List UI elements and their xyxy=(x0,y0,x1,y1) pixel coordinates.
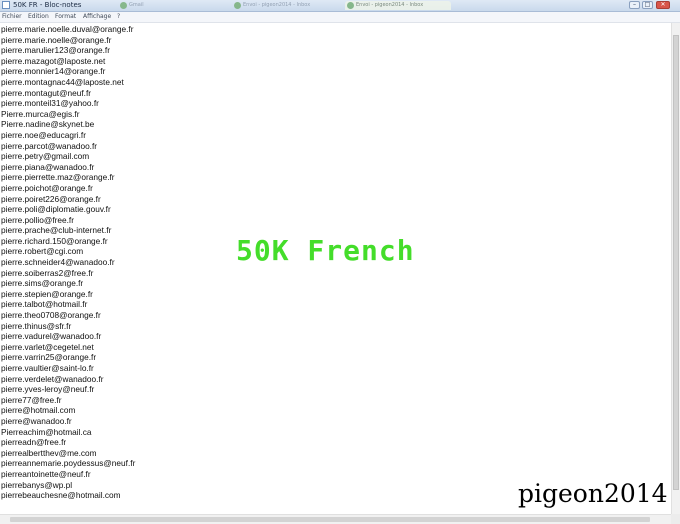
text-line: pierre.pollio@free.fr xyxy=(1,214,74,225)
tab-icon xyxy=(347,2,354,9)
vertical-scroll-thumb[interactable] xyxy=(673,35,679,490)
minimize-button[interactable]: – xyxy=(629,1,640,9)
text-line: Pierre.murca@egis.fr xyxy=(1,108,80,119)
text-line: pierreantoinette@neuf.fr xyxy=(1,468,91,479)
text-line: pierreadn@free.fr xyxy=(1,437,67,448)
background-tab[interactable]: Envoi - pigeon2014 - Inbox xyxy=(232,1,335,10)
overlay-signature: pigeon2014 xyxy=(518,479,668,508)
maximize-button[interactable]: □ xyxy=(642,1,653,9)
text-line: pierre.prache@club-internet.fr xyxy=(1,225,112,236)
text-line: pierre.schneider4@wanadoo.fr xyxy=(1,257,115,268)
text-line: pierrebanys@wp.pl xyxy=(1,479,73,490)
text-line: pierre.petry@gmail.com xyxy=(1,151,90,162)
text-line: pierre.varlet@cegetel.net xyxy=(1,341,94,352)
text-line: pierre@wanadoo.fr xyxy=(1,415,72,426)
window-title: 50K FR - Bloc-notes xyxy=(13,1,82,9)
menu-affichage[interactable]: Affichage xyxy=(83,12,111,22)
text-line: pierre.montagut@neuf.fr xyxy=(1,87,92,98)
menu-fichier[interactable]: Fichier xyxy=(2,12,22,22)
tab-icon xyxy=(234,2,241,9)
text-line: pierre.parcot@wanadoo.fr xyxy=(1,140,98,151)
text-line: pierre.marulier123@orange.fr xyxy=(1,45,110,56)
text-line: pierrebeauchesne@hotmail.com xyxy=(1,490,121,501)
text-line: pierre.monteil31@yahoo.fr xyxy=(1,98,99,109)
text-line: pierre.theo0708@orange.fr xyxy=(1,310,101,321)
text-line: pierre.vaultier@saint-lo.fr xyxy=(1,363,94,373)
menu-bar: Fichier Edition Format Affichage ? xyxy=(0,12,680,23)
close-button[interactable]: ✕ xyxy=(656,1,670,9)
text-line: pierre.talbot@hotmail.fr xyxy=(1,299,88,310)
menu-help[interactable]: ? xyxy=(117,12,120,22)
overlay-headline: 50K French xyxy=(236,234,415,267)
horizontal-scroll-thumb[interactable] xyxy=(10,517,650,522)
vertical-scrollbar[interactable] xyxy=(671,23,680,514)
text-line: pierre.noe@educagri.fr xyxy=(1,129,86,140)
text-line: pierre.montagnac44@laposte.net xyxy=(1,76,124,87)
text-line: pierre.yves-leroy@neuf.fr xyxy=(1,384,95,395)
text-line: pierre.robert@cgi.com xyxy=(1,246,84,257)
text-editor-area[interactable]: pierre.marie.noelle.duval@orange.fr pierr… xyxy=(0,23,671,514)
menu-edition[interactable]: Edition xyxy=(28,12,49,22)
text-line: pierre.monnier14@orange.fr xyxy=(1,66,106,77)
menu-format[interactable]: Format xyxy=(55,12,76,22)
title-bar: 50K FR - Bloc-notes Gmail Envoi - pigeon… xyxy=(0,0,680,12)
text-line: pierre.thinus@sfr.fr xyxy=(1,320,72,331)
text-line: pierre.stepien@orange.fr xyxy=(1,288,93,299)
background-tab[interactable]: Gmail xyxy=(118,1,144,10)
text-line: pierre77@free.fr xyxy=(1,394,62,405)
horizontal-scrollbar[interactable] xyxy=(0,514,671,524)
text-line: pierre.marie.noelle@orange.fr xyxy=(1,34,112,45)
text-line: pierre.marie.noelle.duval@orange.fr xyxy=(1,24,134,34)
text-line: pierre.pierrette.maz@orange.fr xyxy=(1,172,115,183)
background-tab-label: Envoi - pigeon2014 - Inbox xyxy=(356,2,424,8)
text-line: Pierreachim@hotmail.ca xyxy=(1,426,92,437)
background-tab-label: Envoi - pigeon2014 - Inbox xyxy=(243,2,311,8)
text-line: pierre@hotmail.com xyxy=(1,405,76,416)
text-line: pierre.mazagot@laposte.net xyxy=(1,55,106,66)
text-line: pierre.poiret226@orange.fr xyxy=(1,193,101,204)
text-line: pierre.richard.150@orange.fr xyxy=(1,235,108,246)
background-tab-label: Gmail xyxy=(129,2,144,8)
tab-icon xyxy=(120,2,127,9)
text-line: Pierre.nadine@skynet.be xyxy=(1,119,95,130)
text-line: pierrealbertthev@me.com xyxy=(1,447,97,458)
notepad-icon xyxy=(2,1,10,9)
text-line: pierre.sims@orange.fr xyxy=(1,278,84,289)
text-line: pierre.soiberras2@free.fr xyxy=(1,267,94,278)
text-line: pierreannemarie.poydessus@neuf.fr xyxy=(1,458,136,469)
background-tab[interactable]: Envoi - pigeon2014 - Inbox xyxy=(345,1,451,10)
text-line: pierre.piana@wanadoo.fr xyxy=(1,161,95,172)
text-line: pierre.varrin25@orange.fr xyxy=(1,352,97,363)
text-line: pierre.poichot@orange.fr xyxy=(1,182,93,193)
text-line: pierre.vadurel@wanadoo.fr xyxy=(1,331,102,342)
scrollbar-corner xyxy=(671,514,680,524)
text-line: pierre.verdelet@wanadoo.fr xyxy=(1,373,104,384)
text-lines: pierre.marie.noelle.duval@orange.fr pierr… xyxy=(1,24,135,501)
text-line: pierre.poli@diplomatie.gouv.fr xyxy=(1,204,111,215)
